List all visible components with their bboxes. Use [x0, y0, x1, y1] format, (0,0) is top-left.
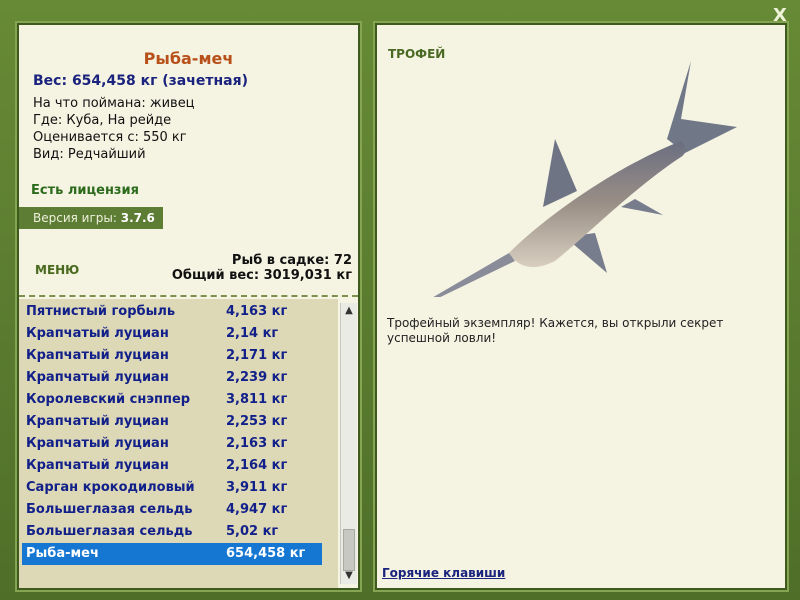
catch-fish-weight: 654,458 кг: [226, 546, 306, 561]
catch-fish-weight: 2,163 кг: [226, 436, 288, 451]
catch-fish-name: Крапчатый луциан: [26, 414, 169, 429]
catch-fish-name: Большеглазая сельдь: [26, 502, 193, 517]
hotkeys-link[interactable]: Горячие клавиши: [382, 566, 505, 580]
catch-list-item[interactable]: Пятнистый горбыль 4,163 кг: [22, 301, 322, 323]
catch-list-item[interactable]: Большеглазая сельдь 5,02 кг: [22, 521, 322, 543]
catch-fish-name: Королевский снэппер: [26, 392, 191, 407]
trophy-text: Трофейный экземпляр! Кажется, вы открыли…: [387, 316, 724, 345]
swordfish-image: [433, 61, 737, 297]
catch-fish-name: Пятнистый горбыль: [26, 304, 176, 319]
location: Где: Куба, На рейде: [33, 113, 172, 128]
scroll-up-icon[interactable]: ▲: [341, 303, 357, 319]
catch-fish-weight: 2,253 кг: [226, 414, 288, 429]
valued-from: Оценивается с: 550 кг: [33, 130, 187, 145]
catch-list-item[interactable]: Крапчатый луциан 2,239 кг: [22, 367, 322, 389]
catch-list-item[interactable]: Крапчатый луциан 2,14 кг: [22, 323, 322, 345]
scroll-down-icon[interactable]: ▼: [341, 568, 357, 584]
catch-list-item[interactable]: Сарган крокодиловый 3,911 кг: [22, 477, 322, 499]
scrollbar[interactable]: ▲ ▼: [340, 303, 357, 584]
catch-list-item[interactable]: Крапчатый луциан 2,164 кг: [22, 455, 322, 477]
catch-list-item[interactable]: Крапчатый луциан 2,253 кг: [22, 411, 322, 433]
fish-info-panel: Рыба-меч Вес: 654,458 кг (зачетная) На ч…: [17, 23, 360, 590]
rarity: Вид: Редчайший: [33, 147, 146, 162]
catch-fish-weight: 2,164 кг: [226, 458, 288, 473]
fish-count: Рыб в садке: 72: [231, 253, 352, 268]
scroll-thumb[interactable]: [343, 529, 355, 571]
catch-fish-weight: 2,171 кг: [226, 348, 288, 363]
catch-fish-weight: 5,02 кг: [226, 524, 279, 539]
license-status: Есть лицензия: [31, 183, 139, 198]
catch-fish-name: Большеглазая сельдь: [26, 524, 193, 539]
catch-fish-weight: 3,811 кг: [226, 392, 288, 407]
catch-fish-name: Крапчатый луциан: [26, 326, 169, 341]
catch-fish-name: Рыба-меч: [26, 546, 99, 561]
catch-fish-weight: 4,163 кг: [226, 304, 288, 319]
divider: [19, 295, 358, 297]
catch-list-item[interactable]: Крапчатый луциан 2,171 кг: [22, 345, 322, 367]
catch-fish-weight: 2,14 кг: [226, 326, 279, 341]
catch-fish-name: Сарган крокодиловый: [26, 480, 195, 495]
keepnet-stats: Рыб в садке: 72 Общий вес: 3019,031 кг: [172, 253, 352, 283]
catch-fish-weight: 4,947 кг: [226, 502, 288, 517]
catch-fish-name: Крапчатый луциан: [26, 348, 169, 363]
catch-list-item[interactable]: Рыба-меч 654,458 кг: [22, 543, 322, 565]
game-version: Версия игры: 3.7.6: [19, 207, 163, 229]
trophy-panel: ТРОФЕЙ Трофейный экземпляр! Кажется, вы …: [375, 23, 787, 590]
catch-list-item[interactable]: Крапчатый луциан 2,163 кг: [22, 433, 322, 455]
menu-button[interactable]: МЕНЮ: [35, 263, 79, 277]
catch-list[interactable]: Пятнистый горбыль 4,163 кг Крапчатый луциа…: [19, 299, 338, 588]
catch-fish-name: Крапчатый луциан: [26, 458, 169, 473]
total-weight: Общий вес: 3019,031 кг: [171, 268, 352, 283]
catch-list-item[interactable]: Большеглазая сельдь 4,947 кг: [22, 499, 322, 521]
caught-with: На что поймана: живец: [33, 96, 195, 111]
version-value: 3.7.6: [120, 211, 155, 225]
fish-name: Рыба-меч: [143, 49, 234, 68]
fish-weight: Вес: 654,458 кг (зачетная): [33, 73, 248, 89]
catch-list-item[interactable]: Королевский снэппер 3,811 кг: [22, 389, 322, 411]
catch-fish-name: Крапчатый луциан: [26, 370, 169, 385]
catch-fish-weight: 3,911 кг: [226, 480, 288, 495]
catch-fish-name: Крапчатый луциан: [26, 436, 169, 451]
version-label: Версия игры:: [33, 211, 117, 225]
catch-fish-weight: 2,239 кг: [226, 370, 288, 385]
